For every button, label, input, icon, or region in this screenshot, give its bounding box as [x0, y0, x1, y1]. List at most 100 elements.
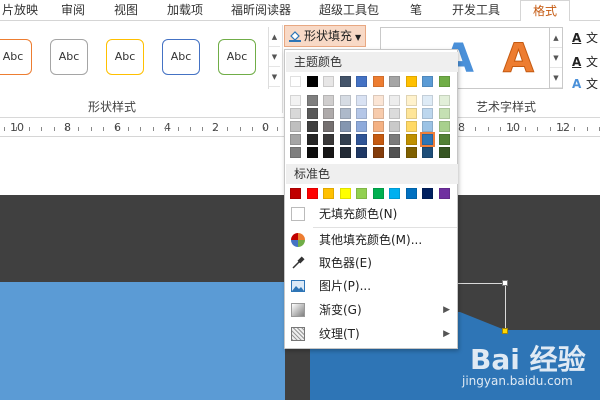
theme-shade-chip[interactable]: [389, 108, 400, 119]
theme-shade-chip[interactable]: [339, 108, 351, 119]
theme-shade-chip[interactable]: [306, 134, 318, 145]
theme-color-chip[interactable]: [339, 76, 351, 87]
shape-style-gray[interactable]: Abc: [50, 39, 88, 75]
theme-shade-chip[interactable]: [290, 108, 301, 119]
gradient-fill-item[interactable]: 渐变(G) ▶: [286, 299, 458, 321]
expand-gallery-icon[interactable]: ▼: [269, 67, 280, 87]
theme-color-chip[interactable]: [356, 76, 367, 87]
theme-shade-chip[interactable]: [405, 95, 417, 106]
theme-shade-chip[interactable]: [389, 134, 400, 145]
theme-shade-chip[interactable]: [290, 95, 301, 106]
standard-color-chip[interactable]: [339, 188, 351, 199]
no-fill-item[interactable]: 无填充颜色(N): [286, 203, 458, 225]
texture-fill-item[interactable]: 纹理(T) ▶: [286, 323, 458, 345]
theme-shade-chip[interactable]: [323, 95, 334, 106]
theme-shade-chip[interactable]: [356, 134, 367, 145]
scroll-up-icon[interactable]: ▲: [550, 28, 562, 48]
tab-foxit[interactable]: 福昕阅读器: [231, 0, 291, 21]
theme-shade-chip[interactable]: [438, 121, 450, 132]
tab-developer[interactable]: 开发工具: [452, 0, 500, 21]
standard-color-chip[interactable]: [438, 188, 450, 199]
shape-style-gold[interactable]: Abc: [106, 39, 144, 75]
theme-color-chip[interactable]: [306, 76, 318, 87]
theme-shade-chip[interactable]: [306, 121, 318, 132]
shape-style-blue[interactable]: Abc: [162, 39, 200, 75]
theme-shade-chip[interactable]: [323, 147, 334, 158]
theme-shade-chip[interactable]: [422, 147, 433, 158]
theme-shade-chip[interactable]: [372, 121, 384, 132]
tab-addins[interactable]: 加载项: [167, 0, 203, 21]
text-fill-command[interactable]: A文: [572, 29, 598, 46]
shape-style-green[interactable]: Abc: [218, 39, 256, 75]
tab-toolkit[interactable]: 超级工具包: [319, 0, 379, 21]
theme-shade-chip[interactable]: [372, 134, 384, 145]
theme-shade-chip[interactable]: [306, 108, 318, 119]
theme-color-chip[interactable]: [405, 76, 417, 87]
expand-gallery-icon[interactable]: ▼: [550, 68, 562, 88]
tab-pen[interactable]: 笔: [410, 0, 422, 21]
theme-shade-chip[interactable]: [356, 95, 367, 106]
theme-shade-chip[interactable]: [339, 95, 351, 106]
theme-color-chip[interactable]: [372, 76, 384, 87]
theme-shade-chip[interactable]: [339, 134, 351, 145]
blue-shape[interactable]: [0, 282, 285, 400]
theme-shade-chip[interactable]: [306, 147, 318, 158]
theme-shade-chip[interactable]: [438, 95, 450, 106]
picture-fill-item[interactable]: 图片(P)...: [286, 275, 458, 297]
scroll-up-icon[interactable]: ▲: [269, 27, 280, 47]
theme-color-chip[interactable]: [422, 76, 433, 87]
theme-shade-chip[interactable]: [372, 95, 384, 106]
shape-style-orange[interactable]: Abc: [0, 39, 32, 75]
theme-shade-chip[interactable]: [339, 147, 351, 158]
theme-shade-chip[interactable]: [306, 95, 318, 106]
theme-shade-chip[interactable]: [422, 121, 433, 132]
standard-color-chip[interactable]: [323, 188, 334, 199]
theme-shade-chip[interactable]: [389, 121, 400, 132]
standard-color-chip[interactable]: [422, 188, 433, 199]
eyedropper-item[interactable]: 取色器(E): [286, 252, 458, 274]
theme-shade-chip[interactable]: [290, 147, 301, 158]
text-outline-command[interactable]: A文: [572, 53, 598, 70]
standard-color-chip[interactable]: [389, 188, 400, 199]
theme-shade-chip[interactable]: [323, 108, 334, 119]
standard-color-chip[interactable]: [405, 188, 417, 199]
more-colors-item[interactable]: 其他填充颜色(M)...: [286, 229, 458, 251]
theme-shade-chip[interactable]: [290, 121, 301, 132]
theme-shade-chip[interactable]: [356, 121, 367, 132]
theme-color-chip[interactable]: [438, 76, 450, 87]
theme-shade-chip[interactable]: [372, 147, 384, 158]
standard-color-chip[interactable]: [306, 188, 318, 199]
theme-shade-chip[interactable]: [356, 147, 367, 158]
theme-shade-chip[interactable]: [405, 134, 417, 145]
theme-shade-chip[interactable]: [323, 134, 334, 145]
theme-color-chip[interactable]: [389, 76, 400, 87]
theme-shade-chip[interactable]: [405, 147, 417, 158]
theme-shade-chip[interactable]: [339, 121, 351, 132]
tab-review[interactable]: 审阅: [61, 0, 85, 21]
theme-shade-chip[interactable]: [290, 134, 301, 145]
theme-shade-chip[interactable]: [438, 147, 450, 158]
tab-view[interactable]: 视图: [114, 0, 138, 21]
theme-color-chip[interactable]: [290, 76, 301, 87]
theme-color-chip[interactable]: [323, 76, 334, 87]
theme-shade-chip[interactable]: [438, 108, 450, 119]
theme-shade-chip[interactable]: [356, 108, 367, 119]
standard-color-chip[interactable]: [372, 188, 384, 199]
wordart-gallery-scroll[interactable]: ▲ ▼ ▼: [550, 27, 563, 89]
theme-shade-chip[interactable]: [422, 95, 433, 106]
shape-style-gallery-scroll[interactable]: ▲ ▼ ▼: [268, 27, 280, 89]
text-effects-command[interactable]: A文: [572, 75, 598, 92]
theme-shade-chip[interactable]: [405, 108, 417, 119]
theme-shade-chip[interactable]: [405, 121, 417, 132]
adjust-handle[interactable]: [502, 328, 508, 334]
theme-shade-chip[interactable]: [372, 108, 384, 119]
standard-color-chip[interactable]: [290, 188, 301, 199]
scroll-down-icon[interactable]: ▼: [269, 47, 280, 67]
wordart-style-orange[interactable]: A: [503, 36, 535, 83]
theme-shade-chip[interactable]: [389, 95, 400, 106]
tab-format[interactable]: 格式: [520, 0, 571, 22]
theme-shade-chip[interactable]: [420, 132, 435, 147]
standard-color-chip[interactable]: [356, 188, 367, 199]
resize-handle[interactable]: [502, 280, 508, 286]
theme-shade-chip[interactable]: [422, 108, 433, 119]
